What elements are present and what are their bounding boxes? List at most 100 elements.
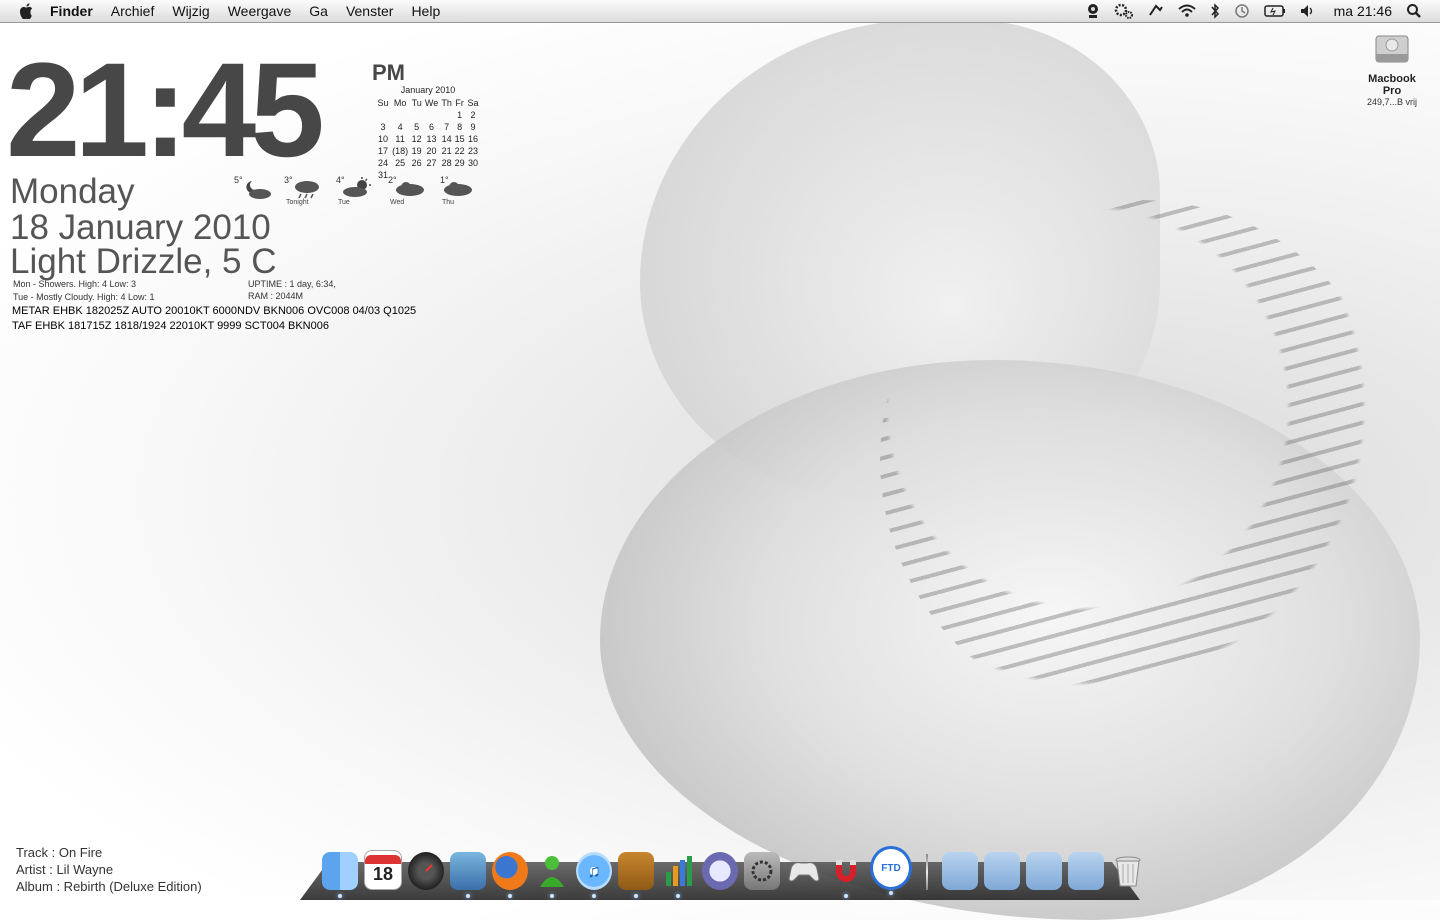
- firefox-icon[interactable]: [492, 852, 528, 898]
- ram-text: RAM : 2044M: [248, 291, 304, 301]
- ftd-icon[interactable]: FTD: [870, 846, 912, 895]
- menu-ga[interactable]: Ga: [309, 3, 328, 19]
- calendar-day: 21: [441, 146, 452, 156]
- forecast-text-2: Tue - Mostly Cloudy. High: 4 Low: 1: [13, 292, 155, 302]
- rain-cloud-icon: [295, 181, 319, 199]
- calendar-day: [390, 109, 410, 121]
- menu-bar: Finder Archief Wijzig Weergave Ga Venste…: [0, 0, 1440, 23]
- applications-folder-icon[interactable]: [1068, 852, 1104, 890]
- battery-icon[interactable]: [1263, 4, 1286, 18]
- ftd-label: FTD: [881, 862, 901, 874]
- calendar-day: 2: [470, 110, 476, 120]
- menu-weergave[interactable]: Weergave: [228, 3, 292, 19]
- calendar-day: 1: [457, 110, 463, 120]
- calendar-day: 23: [467, 146, 478, 156]
- calendar-day: 20: [426, 146, 437, 156]
- calendar-day: 12: [411, 134, 422, 144]
- calendar-day: 14: [441, 134, 452, 144]
- calendar-week: 24 25 26 27 28 29 30: [376, 157, 480, 169]
- metar-text: METAR EHBK 182025Z AUTO 20010KT 6000NDV …: [12, 305, 417, 317]
- sun-cloud-icon: [343, 177, 371, 197]
- calendar-dayname: We: [424, 98, 439, 108]
- calendar-day: 25: [395, 158, 406, 168]
- calendar-day: 3: [380, 122, 386, 132]
- bluetooth-icon[interactable]: [1210, 3, 1220, 19]
- forecast-text-1: Mon - Showers. High: 4 Low: 3: [13, 279, 137, 289]
- menu-archief[interactable]: Archief: [111, 3, 155, 19]
- menu-finder[interactable]: Finder: [50, 3, 93, 19]
- calendar-day: [423, 109, 440, 121]
- drive-name: Macbook Pro: [1368, 73, 1416, 97]
- big-clock: 21:45: [6, 36, 325, 185]
- menu-wijzig[interactable]: Wijzig: [172, 3, 209, 19]
- forecast-label: Thu: [442, 199, 455, 206]
- pictures-folder-icon[interactable]: [1026, 852, 1062, 890]
- ampm-label: PM: [372, 60, 405, 85]
- calendar-day: 27: [426, 158, 437, 168]
- calendar-day: 4: [397, 122, 403, 132]
- menubar-clock[interactable]: ma 21:46: [1334, 3, 1392, 19]
- calendar-day: 28: [441, 158, 452, 168]
- messenger-icon[interactable]: [534, 852, 570, 898]
- calendar-day: [376, 109, 390, 121]
- day-label: Monday: [10, 172, 135, 211]
- calendar-title: January 2010: [400, 85, 456, 95]
- hard-drive-icon: [1375, 35, 1409, 63]
- script-editor-icon[interactable]: [702, 852, 738, 890]
- time-machine-icon[interactable]: [1234, 3, 1250, 19]
- calendar-dayname: Fr: [455, 98, 464, 108]
- mail-icon[interactable]: [450, 852, 486, 898]
- downloads-folder-icon[interactable]: [942, 852, 978, 890]
- game-controller-icon[interactable]: [786, 852, 822, 890]
- calendar-week: 17 (18) 19 20 21 22 23: [376, 145, 480, 157]
- keynote-icon[interactable]: [618, 852, 654, 898]
- apple-menu-icon[interactable]: [20, 3, 34, 19]
- itunes-icon[interactable]: ♫: [576, 852, 612, 898]
- magnet-icon[interactable]: [828, 852, 864, 898]
- calendar-dayname: Th: [441, 98, 452, 108]
- dock: 18 ♫ FTD: [322, 844, 1146, 898]
- calendar-day: 13: [426, 134, 437, 144]
- night-cloud-icon: [246, 181, 271, 199]
- volume-icon[interactable]: [1300, 4, 1316, 18]
- calendar-day: 6: [429, 122, 435, 132]
- calendar-day: 17: [377, 146, 388, 156]
- calendar-dayname: Tu: [411, 98, 422, 108]
- calendar-day: 9: [470, 122, 476, 132]
- calendar-day: 19: [411, 146, 422, 156]
- wifi-icon[interactable]: [1177, 4, 1196, 18]
- system-preferences-icon[interactable]: [744, 852, 780, 890]
- drive-free-space: 249,7...B vrij: [1366, 97, 1418, 107]
- menu-help[interactable]: Help: [411, 3, 440, 19]
- calendar-day: 30: [467, 158, 478, 168]
- forecast-item: 2° Wed: [388, 175, 432, 211]
- mini-calendar: January 2010 Su Mo Tu We Th Fr Sa 12 3 4 5…: [376, 85, 480, 181]
- calendar-day: 16: [467, 134, 478, 144]
- calendar-day: [440, 109, 453, 121]
- desktop-drive-icon[interactable]: Macbook Pro 249,7...B vrij: [1362, 28, 1422, 107]
- calendar-header-row: Su Mo Tu We Th Fr Sa: [376, 97, 480, 109]
- calendar-week: 12: [376, 109, 480, 121]
- calendar-dayname: Sa: [467, 98, 479, 108]
- finder-icon[interactable]: [322, 852, 358, 898]
- calendar-day: 22: [454, 146, 465, 156]
- calendar-day: 7: [444, 122, 450, 132]
- cloud-icon: [396, 182, 424, 196]
- now-playing-artist: Artist : Lil Wayne: [16, 862, 114, 877]
- calendar-day: 10: [377, 134, 388, 144]
- calendar-day: 26: [411, 158, 422, 168]
- menu-venster[interactable]: Venster: [346, 3, 393, 19]
- dashboard-icon[interactable]: [408, 852, 444, 890]
- webcam-icon[interactable]: [1086, 3, 1100, 19]
- numbers-icon[interactable]: [660, 852, 696, 898]
- gears-icon[interactable]: [1114, 3, 1134, 19]
- spotlight-icon[interactable]: [1406, 3, 1422, 19]
- documents-folder-icon[interactable]: [984, 852, 1020, 890]
- calendar-day: [410, 109, 423, 121]
- ical-icon[interactable]: 18: [364, 850, 402, 890]
- forecast-item: 4° Tue: [336, 175, 380, 211]
- cloud-icon: [444, 182, 472, 196]
- calendar-day: 29: [454, 158, 465, 168]
- sync-icon[interactable]: [1148, 3, 1164, 19]
- trash-icon[interactable]: [1110, 852, 1146, 890]
